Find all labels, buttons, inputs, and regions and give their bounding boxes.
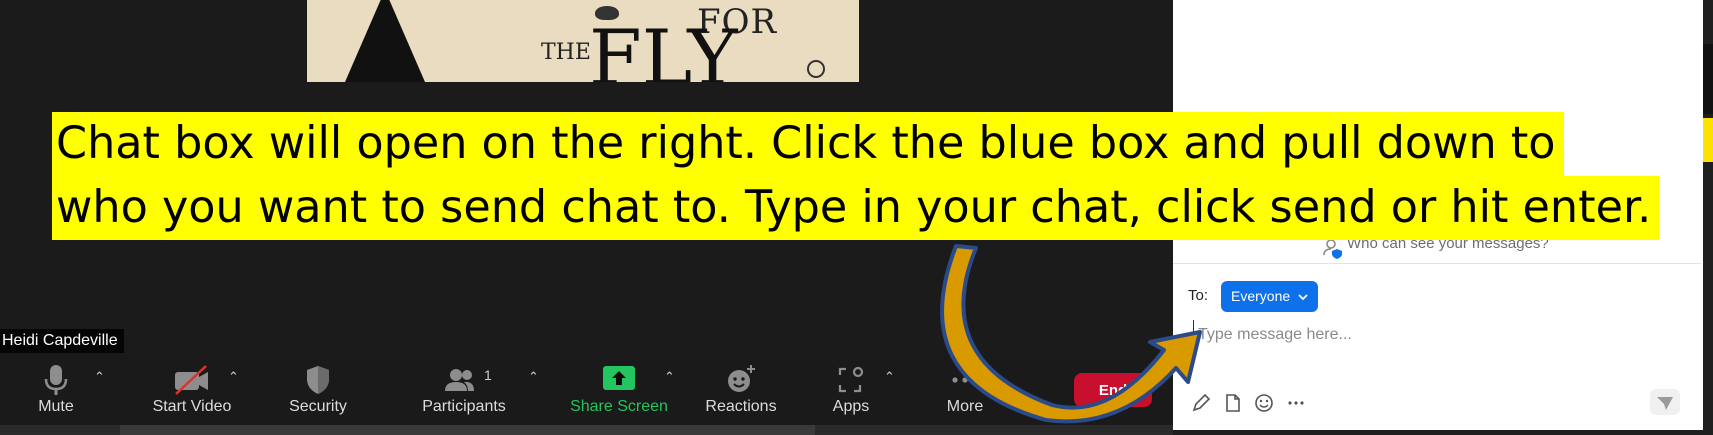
mute-button[interactable]: Mute bbox=[16, 363, 96, 425]
instruction-line-2: who you want to send chat to. Type in yo… bbox=[52, 176, 1660, 240]
share-screen-icon bbox=[603, 366, 635, 390]
curved-arrow-annotation bbox=[940, 244, 1202, 424]
shared-image-word-the: THE bbox=[541, 40, 591, 65]
window-edge bbox=[1703, 0, 1713, 435]
chat-divider bbox=[1173, 263, 1701, 264]
security-button[interactable]: Security bbox=[278, 363, 358, 425]
microphone-icon bbox=[44, 365, 68, 395]
participant-name-tag: Heidi Capdeville bbox=[0, 329, 124, 353]
send-button[interactable] bbox=[1650, 389, 1680, 415]
window-edge-yellow-block bbox=[1703, 118, 1713, 162]
start-video-label: Start Video bbox=[152, 398, 232, 415]
bottom-filmstrip bbox=[0, 425, 1173, 435]
apps-icon bbox=[838, 366, 864, 393]
participants-count: 1 bbox=[484, 367, 492, 383]
more-options-icon[interactable] bbox=[1286, 393, 1306, 413]
participants-label: Participants bbox=[422, 398, 506, 415]
apps-label: Apps bbox=[832, 398, 870, 415]
shared-screen-image: FOR THE FLY bbox=[307, 0, 859, 82]
chat-message-input[interactable] bbox=[1193, 320, 1650, 350]
security-label: Security bbox=[289, 398, 347, 415]
reactions-icon bbox=[728, 365, 755, 392]
apps-button[interactable]: Apps bbox=[826, 363, 876, 425]
share-screen-label: Share Screen bbox=[570, 398, 668, 415]
participants-button[interactable]: Participants bbox=[414, 363, 514, 425]
video-off-icon bbox=[175, 365, 208, 395]
instruction-line-1: Chat box will open on the right. Click t… bbox=[52, 112, 1564, 176]
shared-image-word-fly: FLY bbox=[589, 13, 738, 83]
participants-options-chevron-up-icon[interactable]: ⌃ bbox=[528, 369, 539, 385]
mute-options-chevron-up-icon[interactable]: ⌃ bbox=[94, 369, 105, 385]
share-options-chevron-up-icon[interactable]: ⌃ bbox=[664, 369, 675, 385]
filmstrip-thumbnail bbox=[120, 425, 815, 435]
instruction-callout: Chat box will open on the right. Click t… bbox=[52, 108, 1660, 248]
share-screen-button[interactable]: Share Screen bbox=[566, 363, 672, 425]
send-icon bbox=[1657, 397, 1673, 410]
reactions-button[interactable]: Reactions bbox=[700, 363, 782, 425]
reactions-label: Reactions bbox=[705, 398, 777, 415]
video-options-chevron-up-icon[interactable]: ⌃ bbox=[228, 369, 239, 385]
shared-image-ornament bbox=[807, 60, 825, 78]
mute-label: Mute bbox=[38, 398, 74, 415]
shield-icon bbox=[307, 366, 329, 394]
shared-image-dark-shape bbox=[345, 0, 425, 82]
apps-options-chevron-up-icon[interactable]: ⌃ bbox=[884, 369, 895, 385]
chevron-down-icon bbox=[1298, 294, 1308, 301]
window-edge-dark-block bbox=[1703, 44, 1713, 114]
emoji-icon[interactable] bbox=[1254, 393, 1274, 413]
